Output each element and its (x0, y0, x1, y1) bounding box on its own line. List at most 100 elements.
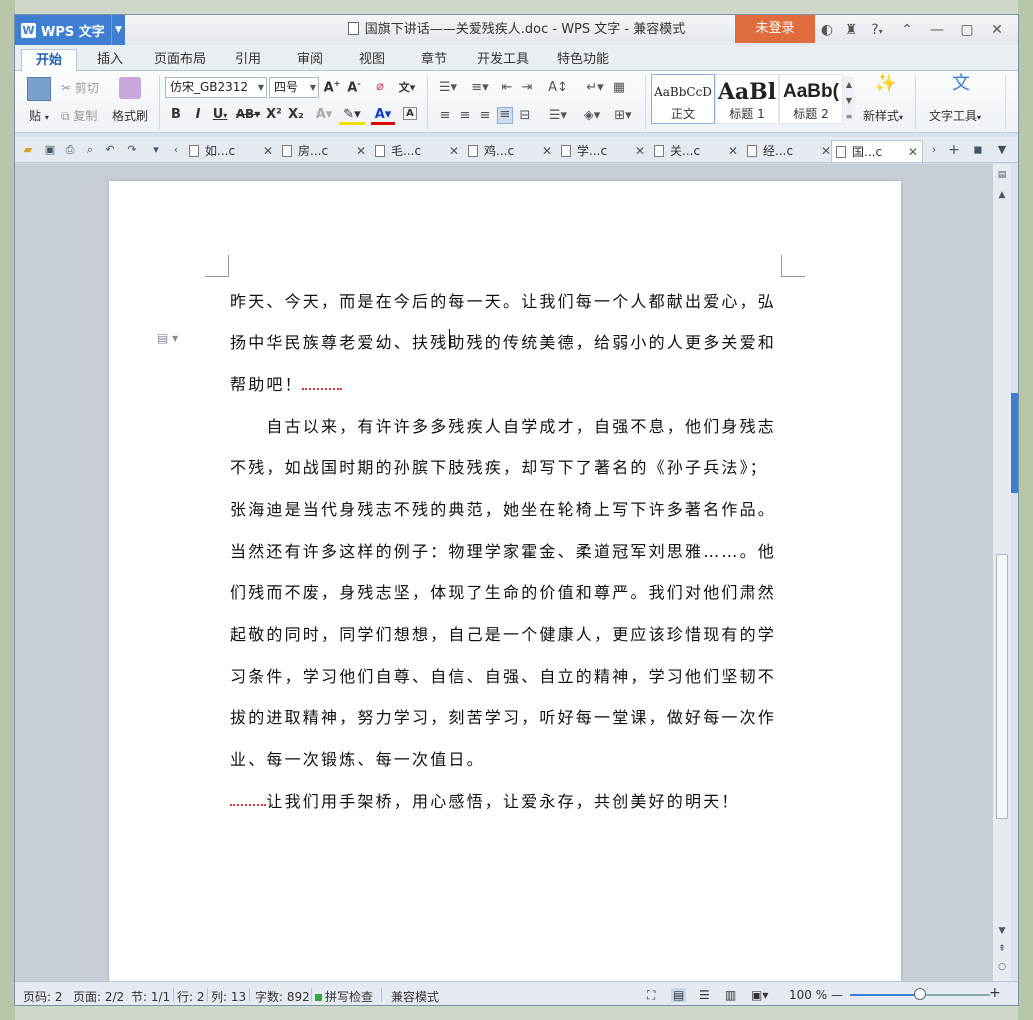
phonetic-guide-icon[interactable]: 文▾ (395, 79, 419, 95)
side-panel-edge[interactable] (1011, 393, 1018, 493)
tabs-scroll-right-icon[interactable]: › (927, 143, 941, 157)
tab-page-layout[interactable]: 页面布局 (149, 49, 211, 71)
status-word-count[interactable]: 字数: 892 (255, 988, 310, 1005)
help-button[interactable]: ?▾ (865, 21, 889, 39)
doc-tab-active[interactable]: 国...c ✕ (831, 140, 923, 162)
close-icon[interactable]: ✕ (988, 21, 1006, 39)
format-painter-button[interactable]: 格式刷 (112, 107, 148, 124)
app-menu-dropdown-icon[interactable]: ▼ (111, 15, 125, 45)
app-menu-button[interactable]: W WPS 文字 ▼ (15, 15, 125, 45)
table-icon[interactable]: ▦ (611, 81, 627, 95)
line-spacing-icon[interactable]: ☰▾ (545, 109, 571, 123)
style-gallery-scroll[interactable]: ▲ ▼ ≡ (843, 77, 855, 125)
distributed-align-icon[interactable]: ⊟ (517, 109, 533, 123)
view-options-icon[interactable]: ▤ (995, 168, 1009, 182)
close-tab-icon[interactable]: ✕ (542, 140, 552, 162)
character-border-icon[interactable]: A (403, 107, 417, 120)
collapse-ribbon-icon[interactable]: ⌃ (898, 21, 916, 39)
spell-check-toggle[interactable]: 拼写检查 (315, 988, 373, 1005)
underline-icon[interactable]: U▾ (209, 107, 231, 122)
web-view-icon[interactable]: ▥ (725, 988, 736, 1002)
style-normal[interactable]: AaBbCcD 正文 (651, 74, 715, 124)
zoom-out-icon[interactable]: — (831, 988, 843, 1002)
tab-chapter[interactable]: 章节 (413, 49, 455, 71)
paragraph-handle-icon[interactable]: ▤ ▾ (157, 331, 178, 345)
shirt-icon[interactable]: ♜ (842, 21, 860, 39)
zoom-level[interactable]: 100 % (789, 988, 827, 1002)
skin-icon[interactable]: ◐ (818, 21, 836, 39)
close-tab-icon[interactable]: ✕ (263, 140, 273, 162)
text-tools-button[interactable]: 文字工具▾ (929, 107, 981, 124)
doc-tab[interactable]: 毛...c ✕ (371, 140, 463, 162)
grow-font-icon[interactable]: A+ (323, 79, 341, 95)
scroll-down-icon[interactable]: ▼ (995, 924, 1009, 938)
tab-list-icon[interactable]: ◼ (971, 143, 985, 157)
zoom-in-icon[interactable]: + (989, 985, 1001, 1001)
close-tab-icon[interactable]: ✕ (356, 140, 366, 162)
vertical-scrollbar[interactable]: ▤ ▲ ▼ ⇞ ○ (993, 164, 1011, 981)
redo-icon[interactable]: ↷ (125, 143, 139, 157)
tab-references[interactable]: 引用 (227, 49, 269, 71)
paste-button[interactable]: 贴 ▾ (29, 107, 49, 124)
font-size-combo[interactable]: 四号 ▼ (269, 77, 319, 98)
tab-special-features[interactable]: 特色功能 (551, 49, 615, 71)
outline-view-icon[interactable]: ☰ (699, 988, 710, 1002)
close-tab-icon[interactable]: ✕ (728, 140, 738, 162)
previous-page-icon[interactable]: ⇞ (995, 942, 1009, 956)
doc-tab[interactable]: 学...c ✕ (557, 140, 649, 162)
doc-tab[interactable]: 房...c ✕ (278, 140, 370, 162)
minimize-icon[interactable]: — (928, 21, 946, 39)
bullet-list-icon[interactable]: ☰▾ (435, 81, 461, 95)
increase-indent-icon[interactable]: ⇥ (519, 81, 535, 95)
open-folder-icon[interactable]: ▰ (21, 143, 35, 157)
align-left-icon[interactable]: ≡ (437, 109, 453, 123)
bold-icon[interactable]: B (167, 107, 185, 122)
align-center-icon[interactable]: ≡ (457, 109, 473, 123)
close-tab-icon[interactable]: ✕ (449, 140, 459, 162)
tab-view[interactable]: 视图 (351, 49, 393, 71)
undo-icon[interactable]: ↶ (103, 143, 117, 157)
print-icon[interactable]: ⎙ (63, 143, 77, 157)
paste-icon[interactable] (27, 77, 51, 101)
justify-icon[interactable]: ≡ (497, 107, 513, 124)
text-effect-icon[interactable]: A▾ (313, 107, 335, 122)
border-icon[interactable]: ⊞▾ (611, 109, 635, 123)
sort-icon[interactable]: A↕ (545, 81, 571, 95)
reading-view-icon[interactable]: ▣▾ (751, 988, 768, 1002)
login-button[interactable]: 未登录 (735, 15, 815, 43)
close-tab-icon[interactable]: ✕ (821, 140, 831, 162)
shading-icon[interactable]: ◈▾ (579, 109, 605, 123)
browse-object-icon[interactable]: ○ (995, 960, 1009, 974)
new-style-button[interactable]: 新样式▾ (863, 107, 903, 124)
highlight-icon[interactable]: ✎▾ (339, 107, 365, 125)
font-name-combo[interactable]: 仿宋_GB2312 ▼ (165, 77, 267, 98)
decrease-indent-icon[interactable]: ⇤ (499, 81, 515, 95)
page-view-icon[interactable]: ▤ (671, 988, 687, 1002)
doc-tab[interactable]: 关...c ✕ (650, 140, 742, 162)
italic-icon[interactable]: I (189, 107, 207, 122)
copy-button[interactable]: ⧉ 复制 (61, 107, 97, 124)
scroll-up-icon[interactable]: ▲ (995, 188, 1009, 202)
close-tab-icon[interactable]: ✕ (635, 140, 645, 162)
font-color-icon[interactable]: A▾ (371, 107, 395, 125)
close-tab-icon[interactable]: ✕ (908, 141, 918, 163)
doc-tab[interactable]: 如...c ✕ (185, 140, 277, 162)
tab-developer-tools[interactable]: 开发工具 (473, 49, 533, 71)
tab-insert[interactable]: 插入 (89, 49, 131, 71)
full-screen-view-icon[interactable]: ⛶ (647, 988, 655, 1003)
scrollbar-thumb[interactable] (996, 554, 1008, 819)
document-page[interactable]: ▤ ▾ 昨天、今天，而是在今后的每一天。让我们每一个人都献出爱心，弘 扬中华民族… (109, 181, 901, 1001)
maximize-icon[interactable]: ▢ (958, 21, 976, 39)
strikethrough-icon[interactable]: AB▾ (235, 107, 261, 121)
new-tab-icon[interactable]: + (947, 143, 961, 157)
doc-tab[interactable]: 鸡...c ✕ (464, 140, 556, 162)
tab-review[interactable]: 审阅 (289, 49, 331, 71)
cut-button[interactable]: ✂ 剪切 (61, 79, 99, 96)
numbered-list-icon[interactable]: ≡▾ (467, 81, 493, 95)
quick-access-dropdown-icon[interactable]: ▾ (149, 143, 163, 157)
tab-menu-icon[interactable]: ▼ (995, 143, 1009, 157)
print-preview-icon[interactable]: ⌕ (83, 143, 97, 157)
shrink-font-icon[interactable]: A- (345, 79, 363, 95)
tab-home[interactable]: 开始 (21, 49, 77, 71)
zoom-slider-thumb[interactable] (914, 988, 926, 1000)
